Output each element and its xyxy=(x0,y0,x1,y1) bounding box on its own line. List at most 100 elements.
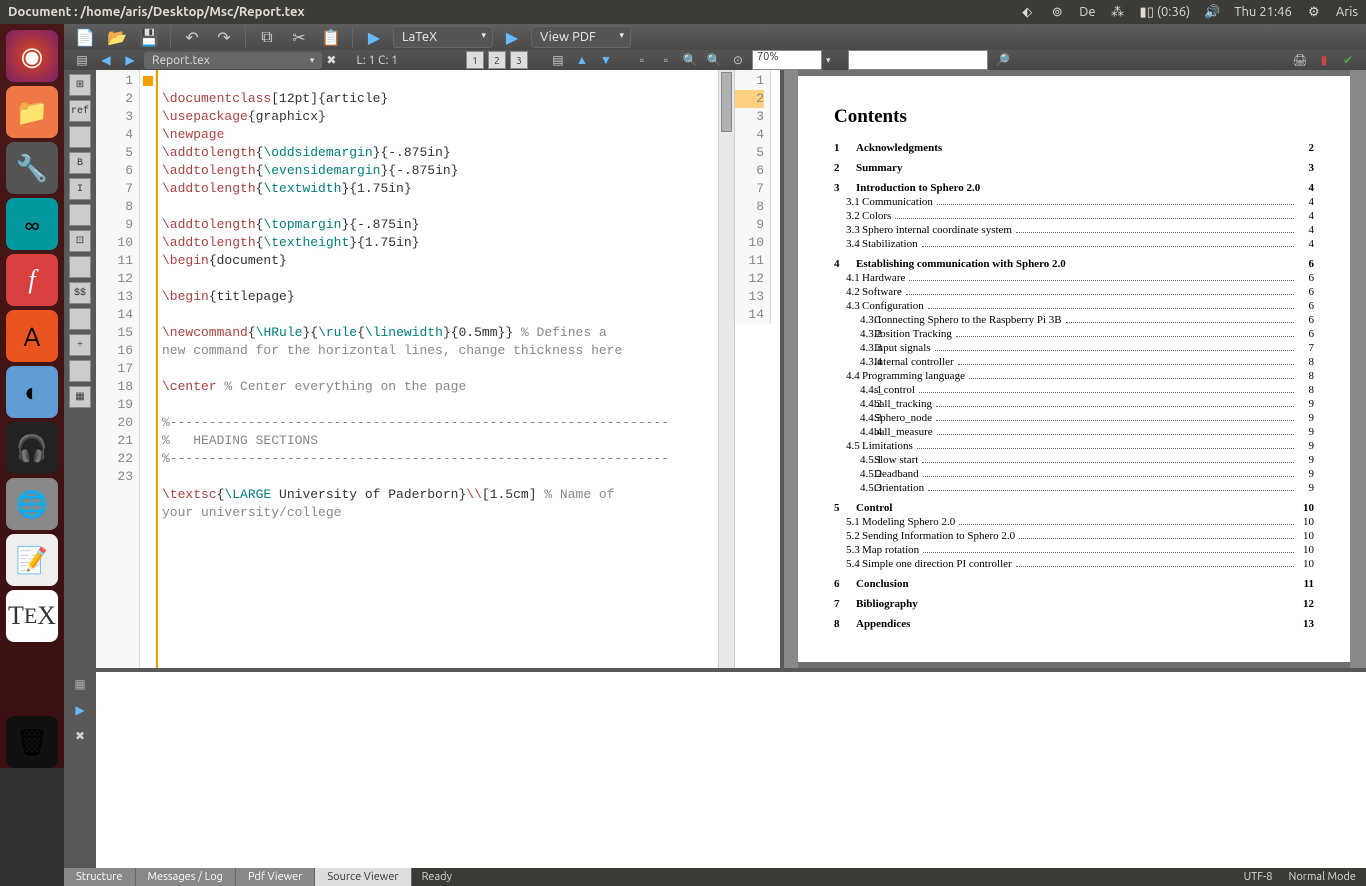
toc-entry[interactable]: 3.4Stabilization4 xyxy=(834,238,1314,250)
toc-entry[interactable]: 5.4Simple one direction PI controller10 xyxy=(834,558,1314,570)
toc-entry[interactable]: 4.3.4Internal controller8 xyxy=(834,356,1314,368)
redo-button[interactable]: ↷ xyxy=(211,24,237,50)
toc-entry[interactable]: 3.1Communication4 xyxy=(834,196,1314,208)
toc-entry[interactable]: 5.2Sending Information to Sphero 2.010 xyxy=(834,530,1314,542)
arduino-icon[interactable]: ∞ xyxy=(6,198,58,250)
dash-icon[interactable]: ◉ xyxy=(6,30,58,82)
toc-entry[interactable]: 4.1Hardware6 xyxy=(834,272,1314,284)
palette-button[interactable]: ⊡ xyxy=(69,230,91,252)
palette-button[interactable] xyxy=(69,256,91,278)
audacity-icon[interactable]: 🎧 xyxy=(6,422,58,474)
palette-button[interactable]: ▦ xyxy=(69,386,91,408)
pdf-up-icon[interactable]: ▲ xyxy=(572,50,592,70)
toc-entry[interactable]: 4.5.1Slow start9 xyxy=(834,454,1314,466)
files-icon[interactable]: 📁 xyxy=(6,86,58,138)
toc-entry[interactable]: 4.5.3Orientation9 xyxy=(834,482,1314,494)
tab-list-icon[interactable]: ▤ xyxy=(72,50,92,70)
zoom-level[interactable]: 70% xyxy=(752,50,822,70)
editor-scrollbar[interactable] xyxy=(718,70,734,668)
document-tab[interactable]: Report.tex ▾ xyxy=(144,52,322,69)
toc-entry[interactable]: 4.4.4ball_measure9 xyxy=(834,426,1314,438)
toc-entry[interactable]: 4.2Software6 xyxy=(834,286,1314,298)
toc-entry[interactable]: 8Appendices13 xyxy=(834,618,1314,630)
palette-button[interactable] xyxy=(69,360,91,382)
output-console[interactable] xyxy=(96,668,1366,868)
pdf-page[interactable]: Contents 1Acknowledgments22Summary33Intr… xyxy=(798,76,1350,662)
print-icon[interactable]: 🖨 xyxy=(1290,50,1310,70)
pdf-page-icon[interactable]: ▫ xyxy=(632,50,652,70)
palette-button[interactable]: I xyxy=(69,178,91,200)
open-file-button[interactable]: 📂 xyxy=(104,24,130,50)
toc-entry[interactable]: 4.3Configuration6 xyxy=(834,300,1314,312)
toc-entry[interactable]: 4.5.2Deadband9 xyxy=(834,468,1314,480)
toc-entry[interactable]: 3Introduction to Sphero 2.04 xyxy=(834,182,1314,194)
palette-button[interactable]: ÷ xyxy=(69,334,91,356)
new-file-button[interactable]: 📄 xyxy=(72,24,98,50)
compiler-dropdown[interactable]: LaTeX xyxy=(393,26,493,48)
battery-indicator[interactable]: ▮▯ (0:36) xyxy=(1140,5,1191,20)
toc-entry[interactable]: 3.3Sphero internal coordinate system4 xyxy=(834,224,1314,236)
pdf-flag-icon[interactable]: ▮ xyxy=(1314,50,1334,70)
toc-entry[interactable]: 4.3.2Position Tracking6 xyxy=(834,328,1314,340)
pdf-down-icon[interactable]: ▼ xyxy=(596,50,616,70)
pdf-pages-icon[interactable]: ▫ xyxy=(656,50,676,70)
pdf-search-icon[interactable]: 🔎 xyxy=(992,50,1012,70)
palette-button[interactable]: ⊞ xyxy=(69,74,91,96)
zoom-fit-icon[interactable]: ⊙ xyxy=(728,50,748,70)
clock[interactable]: Thu 21:46 xyxy=(1234,5,1292,19)
viewer-dropdown[interactable]: View PDF xyxy=(531,26,631,48)
pdf-check-icon[interactable]: ✔ xyxy=(1338,50,1358,70)
volume-icon[interactable]: 🔊 xyxy=(1204,4,1220,20)
palette-button[interactable] xyxy=(69,126,91,148)
status-tab[interactable]: Structure xyxy=(64,868,136,886)
toc-entry[interactable]: 1Acknowledgments2 xyxy=(834,142,1314,154)
toc-entry[interactable]: 4.5Limitations9 xyxy=(834,440,1314,452)
keyboard-lang[interactable]: De xyxy=(1079,5,1095,19)
toc-entry[interactable]: 2Summary3 xyxy=(834,162,1314,174)
paste-button[interactable]: 📋 xyxy=(318,24,344,50)
zoom-out-icon[interactable]: 🔍 xyxy=(680,50,700,70)
toc-entry[interactable]: 4.3.1Connecting Sphero to the Raspberry … xyxy=(834,314,1314,326)
build-button[interactable]: ▶ xyxy=(361,24,387,50)
software-center-icon[interactable]: A xyxy=(6,310,58,362)
bookmark-1[interactable]: 1 xyxy=(466,51,484,69)
palette-button[interactable]: B xyxy=(69,152,91,174)
toc-entry[interactable]: 6Conclusion11 xyxy=(834,578,1314,590)
toc-entry[interactable]: 4.4.1s_control8 xyxy=(834,384,1314,396)
status-tab[interactable]: Pdf Viewer xyxy=(236,868,315,886)
toc-entry[interactable]: 4.3.3Input signals7 xyxy=(834,342,1314,354)
gear-icon[interactable]: ⚙ xyxy=(1306,4,1322,20)
bluetooth-icon[interactable]: ⁂ xyxy=(1110,4,1126,20)
toc-entry[interactable]: 5.1Modeling Sphero 2.010 xyxy=(834,516,1314,528)
palette-button[interactable]: ref xyxy=(69,100,91,122)
pdf-search-input[interactable] xyxy=(848,50,988,70)
texstudio-icon[interactable]: TEX xyxy=(6,590,58,642)
user-menu[interactable]: Aris xyxy=(1336,5,1358,19)
encoding-indicator[interactable]: UTF-8 xyxy=(1244,871,1273,883)
bookmark-3[interactable]: 3 xyxy=(510,51,528,69)
zoom-in-icon[interactable]: 🔍 xyxy=(704,50,724,70)
toc-entry[interactable]: 4.4.2ball_tracking9 xyxy=(834,398,1314,410)
view-button[interactable]: ▶ xyxy=(499,24,525,50)
close-tab-icon[interactable]: ✖ xyxy=(326,53,336,67)
cut-button[interactable]: ✂ xyxy=(286,24,312,50)
toc-entry[interactable]: 4.4.3Sphero_node9 xyxy=(834,412,1314,424)
palette-button[interactable] xyxy=(69,204,91,226)
palette-button[interactable]: $$ xyxy=(69,282,91,304)
prev-tab-icon[interactable]: ◀ xyxy=(96,50,116,70)
chromium-icon[interactable]: ◐ xyxy=(6,366,58,418)
trash-icon[interactable]: 🗑 xyxy=(6,716,58,768)
toc-entry[interactable]: 7Bibliography12 xyxy=(834,598,1314,610)
wifi-icon[interactable]: ⊚ xyxy=(1049,4,1065,20)
bookmark-2[interactable]: 2 xyxy=(488,51,506,69)
settings-icon[interactable]: 🔧 xyxy=(6,142,58,194)
code-editor[interactable]: \documentclass[12pt]{article}\usepackage… xyxy=(156,70,718,668)
status-tab[interactable]: Source Viewer xyxy=(315,868,411,886)
text-editor-icon[interactable]: 📝 xyxy=(6,534,58,586)
globe-icon[interactable]: 🌐 xyxy=(6,478,58,530)
status-tab[interactable]: Messages / Log xyxy=(136,868,236,886)
editor-mode[interactable]: Normal Mode xyxy=(1288,871,1356,883)
palette-button[interactable] xyxy=(69,308,91,330)
f-app-icon[interactable]: f xyxy=(6,254,58,306)
undo-button[interactable]: ↶ xyxy=(179,24,205,50)
